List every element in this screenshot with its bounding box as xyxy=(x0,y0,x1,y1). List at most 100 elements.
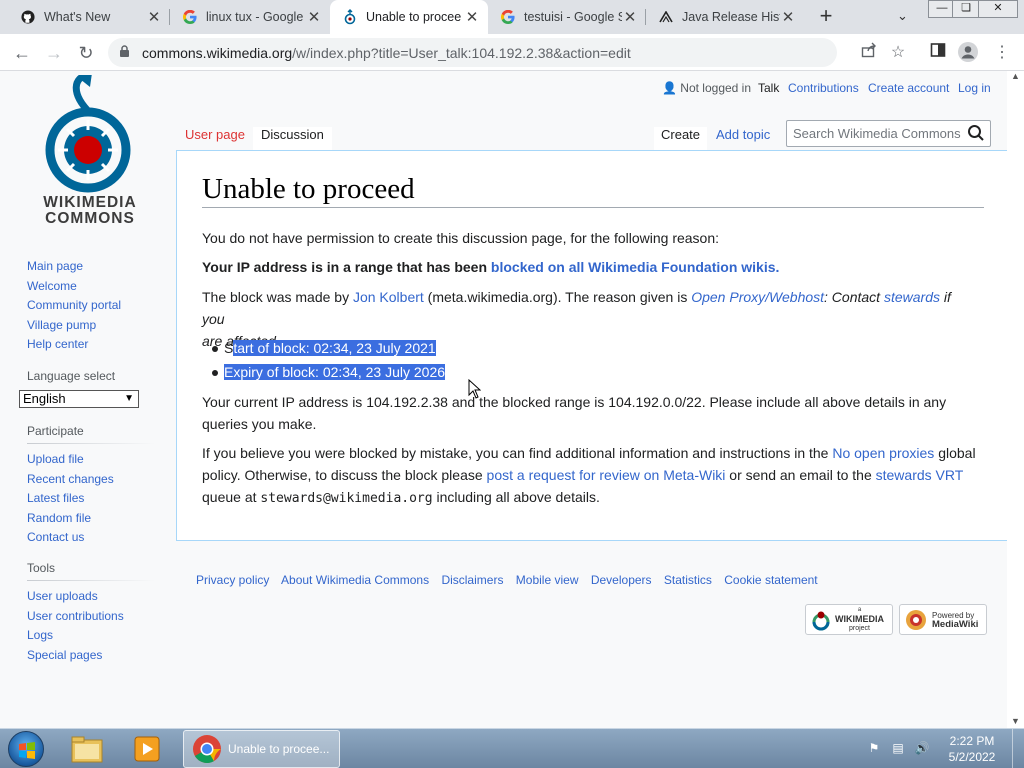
taskbar-chrome-window[interactable]: Unable to procee... xyxy=(183,730,340,768)
stewards-email: stewards@wikimedia.org xyxy=(260,491,433,506)
mediawiki-sunflower-icon xyxy=(906,609,926,630)
tab-linux-tux[interactable]: linux tux - Google ✕ xyxy=(170,0,330,34)
wikimedia-icon xyxy=(342,9,358,25)
start-button[interactable] xyxy=(8,731,44,767)
permission-message: You do not have permission to create thi… xyxy=(202,230,720,246)
system-clock[interactable]: 2:22 PM 5/2/2022 xyxy=(940,733,1004,765)
scroll-up-icon[interactable]: ▲ xyxy=(1011,71,1020,81)
close-icon[interactable]: ✕ xyxy=(464,8,480,26)
blocker-link[interactable]: Jon Kolbert xyxy=(353,289,424,305)
show-desktop-button[interactable] xyxy=(1012,729,1024,768)
scroll-down-icon[interactable]: ▼ xyxy=(1011,716,1020,726)
sidebar-item-logs[interactable]: Logs xyxy=(27,626,157,646)
media-player-icon xyxy=(134,736,160,762)
address-bar[interactable]: commons.wikimedia.org/w/index.php?title=… xyxy=(108,38,837,67)
tab-user-page[interactable]: User page xyxy=(185,127,245,151)
tab-whats-new[interactable]: What's New ✕ xyxy=(8,0,170,34)
sidebar-item-special-pages[interactable]: Special pages xyxy=(27,646,157,666)
talk-link[interactable]: Talk xyxy=(758,81,779,95)
close-icon[interactable]: ✕ xyxy=(622,8,638,26)
meta-review-link[interactable]: post a request for review on Meta-Wiki xyxy=(487,467,726,483)
side-panel-icon[interactable] xyxy=(927,42,949,64)
block-start-item: Start of block: 02:34, 23 July 2021 xyxy=(224,340,436,356)
windows-logo-icon xyxy=(19,742,35,759)
tab-add-topic[interactable]: Add topic xyxy=(716,127,770,151)
forward-button[interactable]: → xyxy=(41,40,67,66)
github-icon xyxy=(20,9,36,25)
sidebar-item-random-file[interactable]: Random file xyxy=(27,509,157,529)
stewards-vrt-link[interactable]: stewards VRT xyxy=(876,467,964,483)
footer-developers[interactable]: Developers xyxy=(591,573,652,587)
action-center-flag-icon[interactable]: ⚑ xyxy=(866,741,882,757)
lock-icon[interactable] xyxy=(120,45,129,57)
tab-title: Unable to procee xyxy=(366,10,462,24)
footer-disclaimers[interactable]: Disclaimers xyxy=(441,573,503,587)
page-scrollbar[interactable]: ▲ ▼ xyxy=(1007,71,1024,728)
global-block-link[interactable]: blocked on all Wikimedia Foundation wiki… xyxy=(491,259,779,275)
share-icon[interactable] xyxy=(858,42,880,64)
profile-avatar[interactable] xyxy=(957,42,979,64)
block-reason-line: Your IP address is in a range that has b… xyxy=(202,259,780,275)
bookmark-star-icon[interactable]: ☆ xyxy=(887,42,909,64)
maximize-button[interactable]: ❏ xyxy=(952,0,980,18)
powered-by-mediawiki-badge[interactable]: Powered by MediaWiki xyxy=(899,604,987,635)
close-icon[interactable]: ✕ xyxy=(780,8,796,26)
sidebar-item-help-center[interactable]: Help center xyxy=(27,335,157,355)
tab-title: testuisi - Google S xyxy=(524,10,622,24)
sidebar-item-village-pump[interactable]: Village pump xyxy=(27,316,157,336)
media-player-button[interactable] xyxy=(124,731,172,767)
search-placeholder: Search Wikimedia Commons xyxy=(793,126,961,141)
window-close-button[interactable]: ✕ xyxy=(978,0,1018,18)
search-input[interactable]: Search Wikimedia Commons xyxy=(786,120,991,147)
tab-unable-to-proceed[interactable]: Unable to procee ✕ xyxy=(330,0,488,34)
volume-icon[interactable]: 🔊 xyxy=(914,741,930,757)
sidebar-item-user-uploads[interactable]: User uploads xyxy=(27,587,157,607)
tab-create[interactable]: Create xyxy=(654,127,708,151)
open-proxy-link[interactable]: Open Proxy/Webhost xyxy=(691,289,824,305)
page-title: Unable to proceed xyxy=(202,173,415,205)
google-icon xyxy=(500,9,516,25)
log-in-link[interactable]: Log in xyxy=(958,81,991,95)
search-icon[interactable] xyxy=(967,124,985,142)
language-select[interactable]: English ▼ xyxy=(19,390,139,408)
tab-discussion[interactable]: Discussion xyxy=(253,127,332,151)
file-explorer-button[interactable] xyxy=(64,731,112,767)
chrome-icon xyxy=(193,735,221,763)
sidebar-tools: Tools User uploads User contributions Lo… xyxy=(27,561,157,665)
reload-button[interactable]: ↻ xyxy=(73,40,99,66)
back-button[interactable]: ← xyxy=(9,40,35,66)
footer-about[interactable]: About Wikimedia Commons xyxy=(281,573,429,587)
sidebar-item-latest-files[interactable]: Latest files xyxy=(27,489,157,509)
sidebar-participate: Participate Upload file Recent changes L… xyxy=(27,424,157,548)
footer-mobile-view[interactable]: Mobile view xyxy=(516,573,579,587)
taskbar-window-title: Unable to procee... xyxy=(228,742,330,756)
sidebar-item-recent-changes[interactable]: Recent changes xyxy=(27,470,157,490)
kebab-menu-icon[interactable]: ⋮ xyxy=(991,42,1013,64)
sidebar-item-welcome[interactable]: Welcome xyxy=(27,277,157,297)
close-icon[interactable]: ✕ xyxy=(306,8,322,26)
new-tab-button[interactable]: + xyxy=(815,5,837,28)
chevron-down-icon[interactable]: ⌄ xyxy=(897,8,908,24)
footer-links: Privacy policy About Wikimedia Commons D… xyxy=(196,573,827,587)
url-text: commons.wikimedia.org/w/index.php?title=… xyxy=(142,45,631,61)
footer-cookie-statement[interactable]: Cookie statement xyxy=(724,573,817,587)
tab-java-release-history[interactable]: Java Release Histo ✕ xyxy=(646,0,804,34)
no-open-proxies-link[interactable]: No open proxies xyxy=(832,445,934,461)
footer-privacy-policy[interactable]: Privacy policy xyxy=(196,573,269,587)
close-icon[interactable]: ✕ xyxy=(146,8,162,26)
create-account-link[interactable]: Create account xyxy=(868,81,949,95)
footer-statistics[interactable]: Statistics xyxy=(664,573,712,587)
tab-testuisi[interactable]: testuisi - Google S ✕ xyxy=(488,0,646,34)
browser-window: { "browser": { "tabs": [ {"title": "What… xyxy=(0,0,1024,768)
sidebar-item-contact-us[interactable]: Contact us xyxy=(27,528,157,548)
sidebar-item-user-contributions[interactable]: User contributions xyxy=(27,607,157,627)
sidebar-item-main-page[interactable]: Main page xyxy=(27,257,157,277)
sidebar-item-upload-file[interactable]: Upload file xyxy=(27,450,157,470)
network-icon[interactable]: ▤ xyxy=(890,741,906,757)
wiki-page: WIKIMEDIA COMMONS Main page Welcome Comm… xyxy=(0,71,1024,728)
contributions-link[interactable]: Contributions xyxy=(788,81,859,95)
wikimedia-logo-icon xyxy=(812,611,830,630)
wikimedia-project-badge[interactable]: a WIKIMEDIA project xyxy=(805,604,893,635)
sidebar-item-community-portal[interactable]: Community portal xyxy=(27,296,157,316)
stewards-link[interactable]: stewards xyxy=(884,289,940,305)
